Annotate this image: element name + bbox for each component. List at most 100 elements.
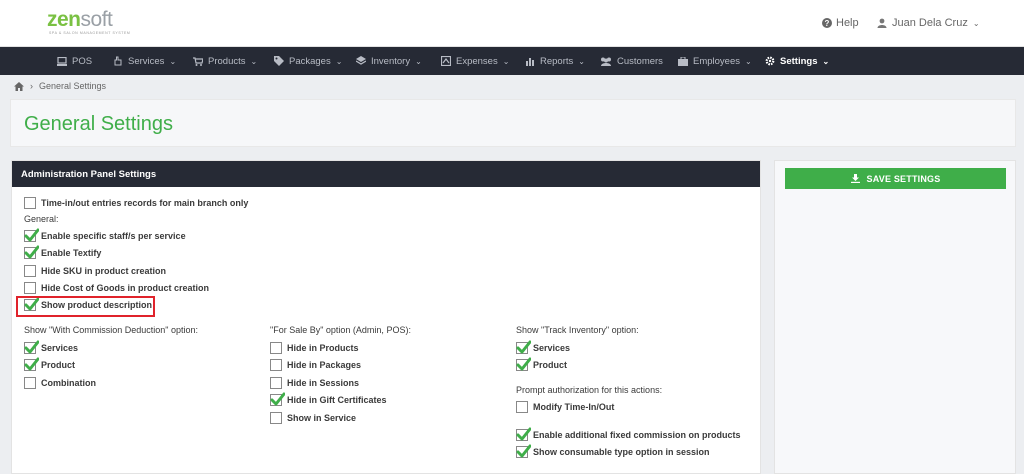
checkmark-icon (24, 340, 39, 354)
checkbox-box[interactable] (24, 245, 39, 259)
nav-label-pos: POS (72, 55, 93, 67)
checkbox-hide-sessions[interactable]: Hide in Sessions (270, 377, 359, 389)
expenses-icon (441, 56, 451, 66)
checkbox-label: Services (533, 343, 571, 353)
checkbox-hide-sku[interactable]: Hide SKU in product creation (24, 265, 166, 277)
checkmark-icon (24, 245, 39, 259)
checkbox-box[interactable] (516, 427, 531, 441)
chevron-down-icon: ⌄ (415, 56, 422, 66)
checkbox-label: Hide Cost of Goods in product creation (41, 283, 210, 293)
users-icon (601, 57, 611, 66)
chevron-down-icon: ⌄ (250, 56, 258, 66)
nav-label-customers: Customers (617, 55, 663, 67)
gear-icon (765, 56, 775, 66)
download-icon (850, 174, 860, 183)
nav-item-products[interactable]: Products ⌄ (193, 47, 257, 75)
checkbox-label: Hide in Products (287, 343, 359, 353)
checkbox-label: Hide in Sessions (287, 378, 360, 388)
checkmark-icon (24, 357, 39, 371)
checkbox-specific-staff[interactable]: Enable specific staff/s per service (24, 228, 186, 242)
checkbox-main-branch[interactable]: Time-in/out entries records for main bra… (24, 197, 248, 209)
checkbox-hide-packages[interactable]: Hide in Packages (270, 359, 361, 371)
nav-label-packages: Packages (289, 55, 331, 67)
checkbox-box[interactable] (270, 359, 282, 371)
checkbox-commission-combination[interactable]: Combination (24, 377, 96, 389)
checkbox-box[interactable] (270, 342, 282, 354)
checkbox-box[interactable] (24, 282, 36, 294)
checkbox-label: Services (41, 343, 79, 353)
user-icon (877, 18, 887, 28)
main-nav: POS Services ⌄ Products ⌄ Packages ⌄ Inv… (0, 47, 1024, 75)
hand-icon (114, 56, 122, 66)
bar-chart-icon (526, 58, 534, 66)
nav-label-expenses: Expenses (456, 55, 498, 67)
nav-item-inventory[interactable]: Inventory ⌄ (356, 47, 422, 75)
nav-item-employees[interactable]: Employees ⌄ (678, 47, 752, 75)
nav-item-packages[interactable]: Packages ⌄ (274, 47, 342, 75)
user-menu[interactable]: Juan Dela Cruz ⌄ (877, 17, 980, 29)
checkbox-box[interactable] (516, 340, 531, 354)
nav-item-pos[interactable]: POS (57, 47, 92, 75)
checkbox-modify-time[interactable]: Modify Time-In/Out (516, 401, 614, 413)
briefcase-icon (678, 56, 688, 66)
checkbox-label: Time-in/out entries records for main bra… (41, 198, 249, 208)
checkbox-box[interactable] (270, 377, 282, 389)
nav-label-settings: Settings (780, 55, 818, 67)
prompt-auth-label: Prompt authorization for this actions: (516, 385, 663, 395)
logo-soft: soft (80, 8, 113, 31)
checkbox-textify[interactable]: Enable Textify (24, 245, 101, 259)
checkbox-label: Hide in Gift Certificates (287, 395, 387, 405)
chevron-down-icon: ⌄ (822, 56, 830, 66)
checkbox-commission-services[interactable]: Services (24, 340, 79, 354)
checkbox-box[interactable] (24, 265, 36, 277)
nav-item-reports[interactable]: Reports ⌄ (525, 47, 585, 75)
checkbox-box[interactable] (516, 401, 528, 413)
checkbox-label: Enable specific staff/s per service (41, 231, 186, 241)
checkbox-commission-product[interactable]: Product (24, 357, 76, 371)
checkbox-box[interactable] (270, 412, 282, 424)
checkbox-label: Product (41, 360, 76, 370)
nav-item-expenses[interactable]: Expenses ⌄ (441, 47, 509, 75)
chevron-down-icon: ⌄ (169, 56, 177, 66)
nav-item-customers[interactable]: Customers (600, 47, 663, 75)
checkmark-icon (516, 444, 531, 458)
checkbox-hide-gift-certificates[interactable]: Hide in Gift Certificates (270, 392, 387, 406)
checkbox-label: Show in Service (287, 413, 357, 423)
nav-label-employees: Employees (693, 55, 740, 67)
checkbox-box[interactable] (24, 228, 39, 242)
commission-label: Show "With Commission Deduction" option: (24, 325, 198, 335)
zensoft-logo[interactable]: zensoft SPA & SALON MANAGEMENT SYSTEM (47, 8, 130, 35)
checkbox-box[interactable] (24, 197, 36, 209)
checkbox-fixed-commission[interactable]: Enable additional fixed commission on pr… (516, 427, 741, 441)
checkbox-box[interactable] (24, 377, 36, 389)
help-link[interactable]: ? Help (822, 17, 859, 29)
checkbox-label: Enable additional fixed commission on pr… (533, 430, 741, 440)
chevron-down-icon: ⌄ (745, 56, 752, 66)
pos-icon (57, 56, 67, 66)
home-icon[interactable] (14, 81, 24, 91)
user-name: Juan Dela Cruz (892, 17, 968, 29)
checkbox-show-in-service[interactable]: Show in Service (270, 412, 356, 424)
actions-panel: SAVE SETTINGS (774, 160, 1016, 474)
checkbox-box[interactable] (516, 357, 531, 371)
checkbox-box[interactable] (24, 357, 39, 371)
checkbox-label: Combination (41, 378, 96, 388)
checkbox-hide-cost[interactable]: Hide Cost of Goods in product creation (24, 282, 209, 294)
chevron-right-icon: › (30, 81, 33, 91)
nav-item-services[interactable]: Services ⌄ (113, 47, 176, 75)
save-settings-button[interactable]: SAVE SETTINGS (785, 168, 1006, 189)
checkbox-box[interactable] (270, 392, 285, 406)
nav-item-settings[interactable]: Settings ⌄ (765, 47, 829, 75)
checkbox-consumable-type[interactable]: Show consumable type option in session (516, 444, 710, 458)
checkbox-track-product[interactable]: Product (516, 357, 567, 371)
checkbox-track-services[interactable]: Services (516, 340, 571, 354)
checkmark-icon (516, 340, 531, 354)
chevron-down-icon: ⌄ (578, 56, 585, 66)
breadcrumb: › General Settings (14, 81, 106, 91)
checkbox-box[interactable] (516, 444, 531, 458)
highlight-box (16, 296, 155, 317)
chevron-down-icon: ⌄ (502, 56, 510, 66)
checkbox-box[interactable] (24, 340, 39, 354)
checkbox-label: Modify Time-In/Out (533, 402, 615, 412)
checkbox-hide-products[interactable]: Hide in Products (270, 342, 359, 354)
